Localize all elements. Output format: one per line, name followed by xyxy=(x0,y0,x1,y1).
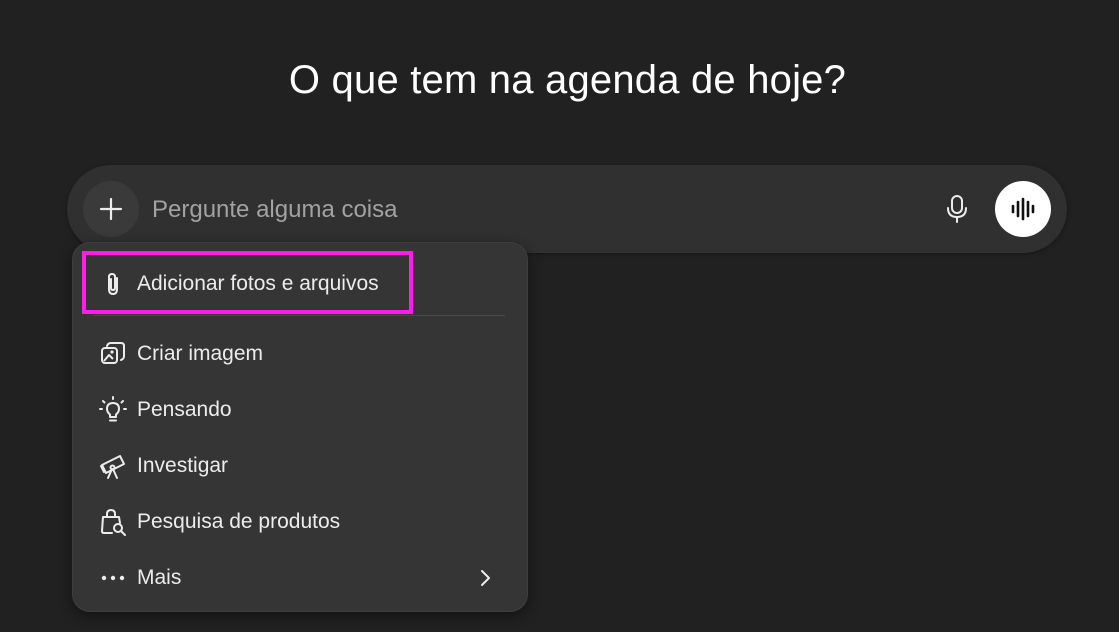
add-attachment-button[interactable] xyxy=(83,181,139,237)
page: O que tem na agenda de hoje? Pergunte al… xyxy=(0,0,1119,632)
plus-icon xyxy=(99,197,123,221)
menu-item-product-search[interactable]: Pesquisa de produtos xyxy=(83,497,517,547)
menu-item-thinking[interactable]: Pensando xyxy=(83,385,517,435)
voice-mode-button[interactable] xyxy=(995,181,1051,237)
menu-item-label: Pesquisa de produtos xyxy=(137,510,341,533)
menu-item-investigate[interactable]: Investigar xyxy=(83,441,517,491)
menu-item-add-files[interactable]: Adicionar fotos e arquivos xyxy=(83,259,517,309)
voice-waveform-icon xyxy=(1011,197,1035,221)
menu-item-more[interactable]: Mais xyxy=(83,553,517,603)
menu-item-label: Pensando xyxy=(137,398,232,421)
menu-item-label: Investigar xyxy=(137,454,229,477)
dictate-button[interactable] xyxy=(937,189,977,229)
chevron-right-icon xyxy=(481,570,490,586)
composer xyxy=(67,165,1067,253)
menu-item-label: Criar imagem xyxy=(137,342,264,365)
shopping-bag-search-icon xyxy=(97,506,129,538)
lightbulb-icon xyxy=(97,394,129,426)
menu-divider xyxy=(93,315,505,316)
paperclip-icon xyxy=(97,268,129,300)
page-title: O que tem na agenda de hoje? xyxy=(288,58,847,102)
microphone-icon xyxy=(947,195,967,223)
more-dots-icon xyxy=(97,562,129,594)
attachment-menu: Adicionar fotos e arquivos Criar imagem xyxy=(72,242,528,612)
telescope-icon xyxy=(97,450,129,482)
image-create-icon xyxy=(97,338,129,370)
menu-item-create-image[interactable]: Criar imagem xyxy=(83,329,517,379)
menu-item-label: Adicionar fotos e arquivos xyxy=(137,272,379,295)
prompt-input[interactable] xyxy=(150,191,914,229)
menu-item-label: Mais xyxy=(137,566,182,589)
